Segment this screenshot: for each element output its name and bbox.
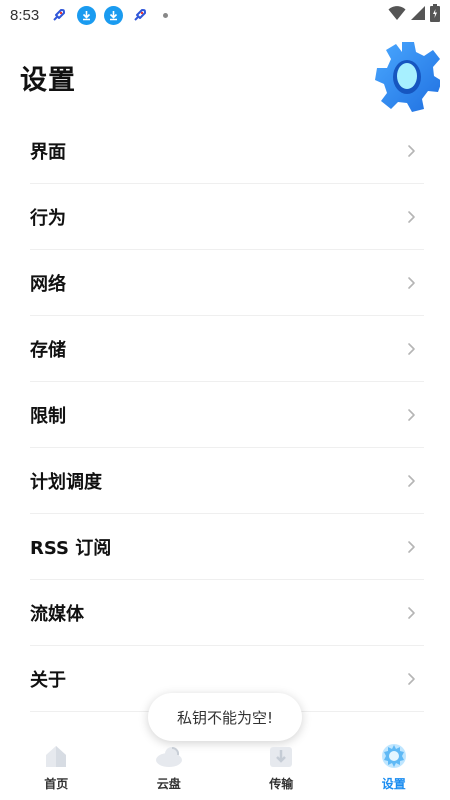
chevron-right-icon xyxy=(408,541,415,553)
bottom-nav: 首页 云盘 传输 设置 xyxy=(0,735,450,800)
chevron-right-icon xyxy=(408,145,415,157)
list-item-label: 网络 xyxy=(30,273,66,295)
list-item[interactable]: 网络 xyxy=(30,250,424,316)
list-item[interactable]: 流媒体 xyxy=(30,580,424,646)
chevron-right-icon xyxy=(408,607,415,619)
list-item-label: 限制 xyxy=(30,405,66,427)
battery-icon xyxy=(430,4,440,26)
download-icon xyxy=(103,5,123,25)
list-item-label: 行为 xyxy=(30,207,66,229)
list-item-label: 流媒体 xyxy=(30,603,84,625)
chevron-right-icon xyxy=(408,343,415,355)
page-title: 设置 xyxy=(20,65,76,96)
list-item[interactable]: 限制 xyxy=(30,382,424,448)
nav-label: 设置 xyxy=(381,777,406,791)
settings-list: 界面行为网络存储限制计划调度 RSS 订阅 流媒体关于 xyxy=(30,118,424,712)
nav-item-0[interactable]: 首页 xyxy=(0,735,113,800)
list-item[interactable]: 存储 xyxy=(30,316,424,382)
status-bar: 8:53 xyxy=(0,0,450,30)
nav-item-1[interactable]: 云盘 xyxy=(113,735,226,800)
nav-item-2[interactable]: 传输 xyxy=(225,735,338,800)
chevron-right-icon xyxy=(408,409,415,421)
list-item-label: 界面 xyxy=(30,141,66,163)
nav-item-3[interactable]: 设置 xyxy=(338,735,450,800)
list-item-label: 关于 xyxy=(30,669,66,691)
chevron-right-icon xyxy=(408,277,415,289)
status-time: 8:53 xyxy=(10,6,40,24)
rocket-icon xyxy=(49,5,69,25)
home-icon xyxy=(46,746,67,767)
chevron-right-icon xyxy=(408,673,415,685)
wifi-icon xyxy=(388,5,406,25)
dot-icon xyxy=(163,12,169,18)
gear-icon xyxy=(374,38,442,114)
nav-label: 传输 xyxy=(269,777,294,791)
list-item[interactable]: RSS 订阅 xyxy=(30,514,424,580)
rocket-icon xyxy=(130,5,150,25)
list-item-label: 计划调度 xyxy=(30,471,102,493)
list-item-label: 存储 xyxy=(30,339,66,361)
transfer-icon xyxy=(270,747,293,767)
chevron-right-icon xyxy=(408,475,415,487)
toast-message: 私钥不能为空! xyxy=(148,693,302,741)
signal-icon xyxy=(410,5,426,25)
download-icon xyxy=(76,5,96,25)
nav-label: 云盘 xyxy=(156,777,181,791)
status-right xyxy=(388,4,440,26)
list-item[interactable]: 行为 xyxy=(30,184,424,250)
list-item-label: RSS 订阅 xyxy=(30,537,112,559)
nav-label: 首页 xyxy=(44,777,69,791)
chevron-right-icon xyxy=(408,211,415,223)
list-item[interactable]: 界面 xyxy=(30,118,424,184)
list-item[interactable]: 计划调度 xyxy=(30,448,424,514)
cloud-icon xyxy=(155,746,182,767)
gear-icon xyxy=(381,744,406,768)
